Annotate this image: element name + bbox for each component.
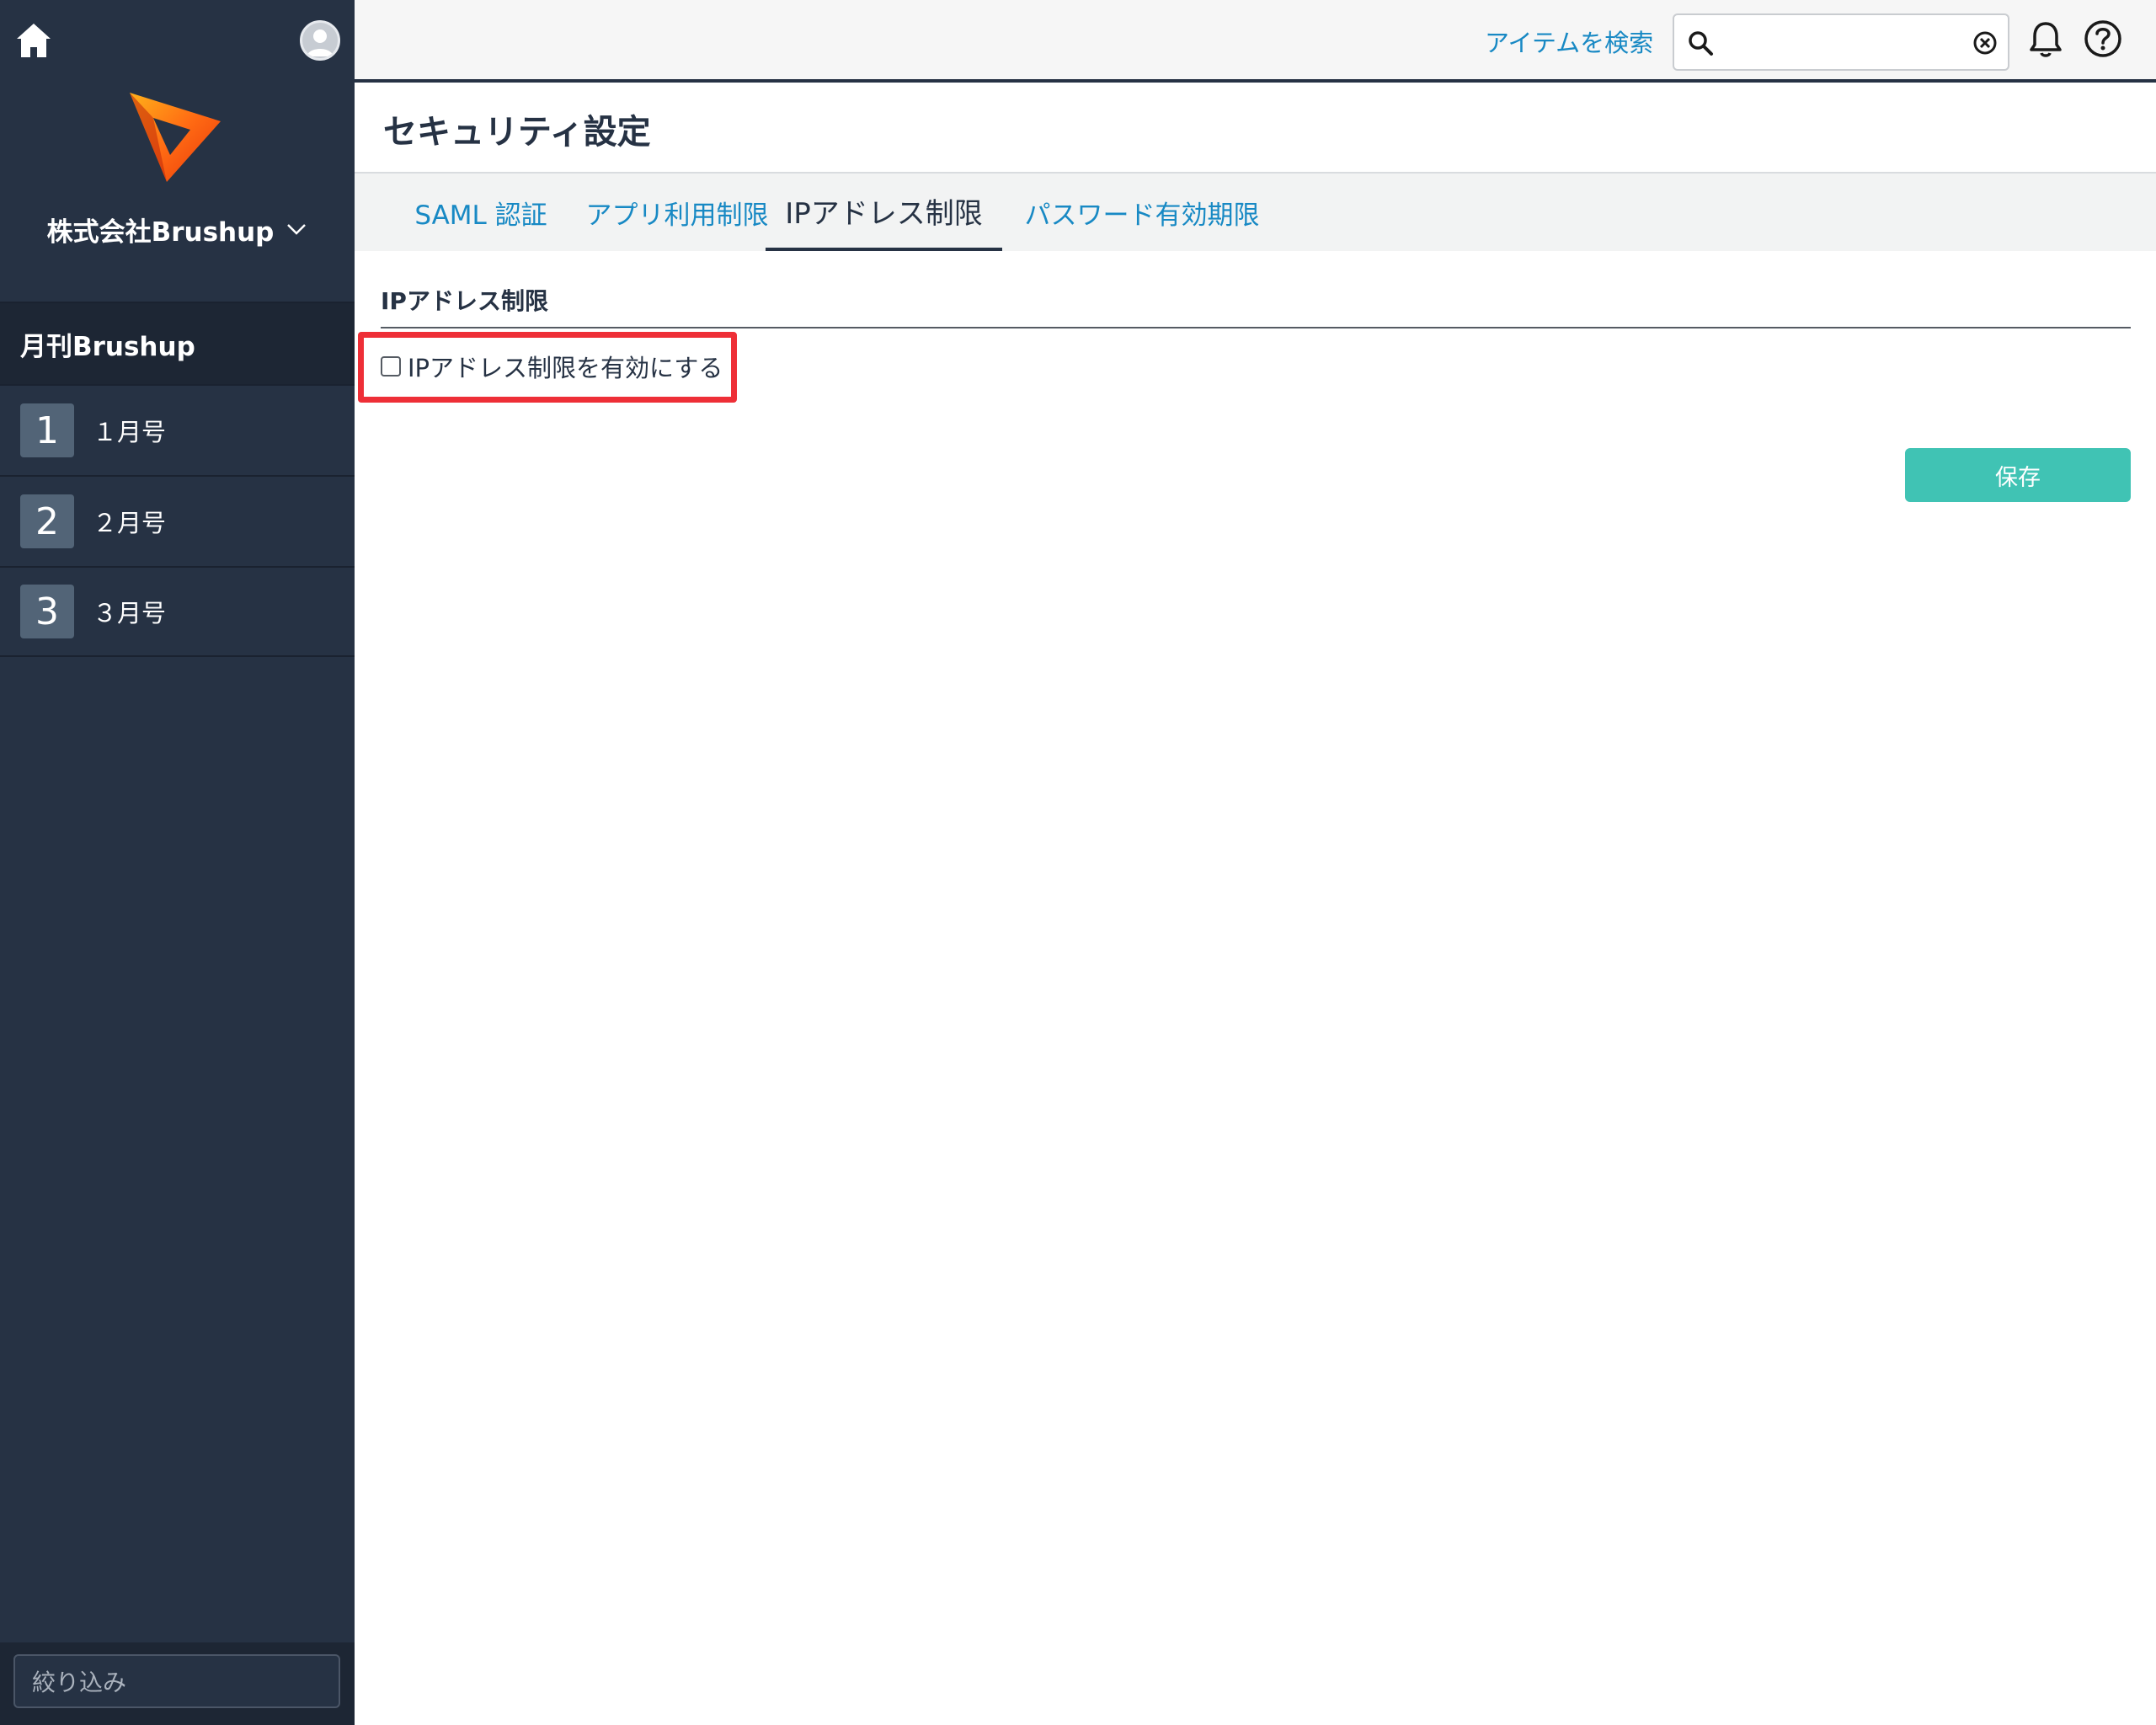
search-icon [1689,31,1713,56]
company-name: 株式会社Brushup [46,216,275,248]
company-switcher[interactable]: 株式会社Brushup [0,211,355,248]
issue-number-badge: 2 [20,494,74,548]
issue-number-badge: 3 [20,585,74,638]
page-title: セキュリティ設定 [383,113,651,152]
tab-saml[interactable]: SAML 認証 [390,174,572,251]
home-icon[interactable] [15,20,52,61]
tab-password-expiry[interactable]: パスワード有効期限 [1016,174,1268,251]
issue-item-1[interactable]: 1 １月号 [0,384,355,475]
issue-label: ２月号 [93,509,167,537]
brushup-logo [126,88,229,185]
clear-icon[interactable] [1972,30,1998,56]
page-header: セキュリティ設定 [355,86,2156,174]
tab-bar: SAML 認証 アプリ利用制限 IPアドレス制限 パスワード有効期限 [355,174,2156,251]
issue-number-badge: 1 [20,403,74,457]
save-button[interactable]: 保存 [1905,448,2131,502]
issue-item-3[interactable]: 3 ３月号 [0,566,355,657]
ip-restriction-checkbox-row[interactable]: IPアドレス制限を有効にする [381,349,723,384]
issue-list: 1 １月号 2 ２月号 3 ３月号 [0,384,355,657]
section-title: IPアドレス制限 [381,287,548,315]
tab-app-restriction[interactable]: アプリ利用制限 [572,174,782,251]
help-icon[interactable] [2083,19,2123,59]
sidebar: 株式会社Brushup 月刊Brushup 1 １月号 2 ２月号 3 ３月号 … [0,0,355,1725]
filter-area: 絞り込み [0,1642,355,1725]
top-bar: アイテムを検索 [355,0,2156,83]
avatar-icon[interactable] [300,20,340,61]
filter-input[interactable]: 絞り込み [13,1654,340,1708]
chevron-down-icon [287,224,307,235]
search-label[interactable]: アイテムを検索 [1485,24,1653,59]
section-divider [381,327,2131,328]
ip-restriction-checkbox[interactable] [381,356,401,377]
bell-icon[interactable] [2027,20,2064,59]
issue-label: ３月号 [93,599,167,628]
checkbox-label: IPアドレス制限を有効にする [408,354,723,382]
issue-label: １月号 [93,418,167,446]
issue-item-2[interactable]: 2 ２月号 [0,475,355,566]
tab-ip-restriction[interactable]: IPアドレス制限 [766,174,1002,251]
project-title[interactable]: 月刊Brushup [0,303,355,384]
search-input[interactable] [1673,13,2009,71]
